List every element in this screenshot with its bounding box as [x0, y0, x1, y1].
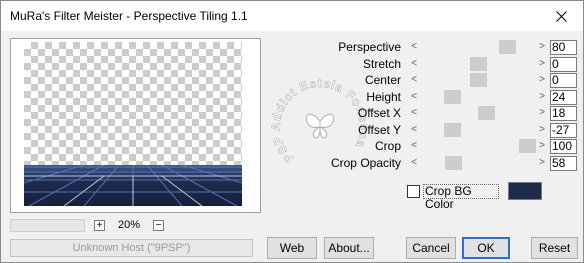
- reset-button[interactable]: Reset: [531, 237, 578, 259]
- reset-button-label: Reset: [538, 241, 571, 255]
- stretch-slider-thumb[interactable]: [470, 57, 487, 71]
- crop-opacity-value-field[interactable]: 58: [550, 156, 577, 171]
- slider-left-arrow-icon[interactable]: <: [408, 57, 420, 71]
- about-button-label: About...: [328, 241, 370, 255]
- crop-opacity-slider[interactable]: < >: [408, 156, 548, 170]
- center-slider[interactable]: < >: [408, 73, 548, 87]
- crop-bg-label[interactable]: Crop BG Color: [423, 184, 499, 211]
- cancel-button-label: Cancel: [412, 241, 450, 255]
- stretch-slider[interactable]: < >: [408, 57, 548, 71]
- height-slider[interactable]: < >: [408, 90, 548, 104]
- ok-button-label: OK: [477, 241, 495, 255]
- filter-window: MuRa's Filter Meister - Perspective Tili…: [0, 0, 584, 263]
- slider-right-arrow-icon[interactable]: >: [536, 73, 548, 87]
- perspective-grid: [24, 165, 242, 206]
- zoom-value: 20%: [117, 219, 141, 231]
- slider-left-arrow-icon[interactable]: <: [408, 106, 420, 120]
- center-label: Center: [364, 73, 401, 87]
- slider-left-arrow-icon[interactable]: <: [408, 40, 420, 54]
- crop-slider[interactable]: < >: [408, 139, 548, 153]
- offset-y-slider[interactable]: < >: [408, 123, 548, 137]
- web-button-label: Web: [279, 241, 305, 255]
- center-value-field[interactable]: 0: [550, 73, 577, 88]
- stretch-label: Stretch: [362, 57, 401, 71]
- crop-opacity-slider-thumb[interactable]: [445, 156, 462, 170]
- preview-tiled-floor: [24, 165, 242, 206]
- crop-bg-checkbox[interactable]: [407, 185, 420, 198]
- perspective-value-field[interactable]: 80: [550, 40, 577, 55]
- crop-slider-thumb[interactable]: [519, 139, 536, 153]
- height-value-field[interactable]: 24: [550, 90, 577, 105]
- ok-button[interactable]: OK: [462, 237, 510, 259]
- offset-y-slider-thumb[interactable]: [444, 123, 461, 137]
- slider-left-arrow-icon[interactable]: <: [408, 90, 420, 104]
- height-label: Height: [366, 90, 401, 104]
- zoom-in-button[interactable]: +: [94, 220, 105, 231]
- slider-left-arrow-icon[interactable]: <: [408, 139, 420, 153]
- offset-x-slider-thumb[interactable]: [478, 106, 495, 120]
- slider-left-arrow-icon[interactable]: <: [408, 123, 420, 137]
- slider-right-arrow-icon[interactable]: >: [536, 57, 548, 71]
- slider-left-arrow-icon[interactable]: <: [408, 73, 420, 87]
- slider-right-arrow-icon[interactable]: >: [536, 40, 548, 54]
- slider-right-arrow-icon[interactable]: >: [536, 106, 548, 120]
- preview-canvas[interactable]: [24, 42, 242, 206]
- slider-left-arrow-icon[interactable]: <: [408, 156, 420, 170]
- close-button[interactable]: [539, 1, 583, 31]
- slider-right-arrow-icon[interactable]: >: [536, 123, 548, 137]
- host-status: Unknown Host ("9PSP"): [10, 239, 253, 257]
- slider-right-arrow-icon[interactable]: >: [536, 156, 548, 170]
- slider-right-arrow-icon[interactable]: >: [536, 90, 548, 104]
- crop-bg-color-swatch[interactable]: [508, 182, 542, 200]
- stretch-value-field[interactable]: 0: [550, 57, 577, 72]
- about-button[interactable]: About...: [324, 237, 374, 259]
- window-title: MuRa's Filter Meister - Perspective Tili…: [10, 9, 248, 23]
- perspective-slider-thumb[interactable]: [499, 40, 516, 54]
- crop-label: Crop: [374, 139, 401, 153]
- slider-right-arrow-icon[interactable]: >: [536, 139, 548, 153]
- center-slider-thumb[interactable]: [470, 73, 487, 87]
- zoom-track[interactable]: [10, 219, 85, 232]
- offset-x-slider[interactable]: < >: [408, 106, 548, 120]
- crop-value-field[interactable]: 100: [550, 139, 577, 154]
- crop-opacity-label: Crop Opacity: [330, 156, 401, 170]
- perspective-label: Perspective: [338, 40, 401, 54]
- offset-x-value-field[interactable]: 18: [550, 106, 577, 121]
- offset-x-label: Offset X: [357, 106, 401, 120]
- cancel-button[interactable]: Cancel: [406, 237, 456, 259]
- perspective-slider[interactable]: < >: [408, 40, 548, 54]
- offset-y-value-field[interactable]: -27: [550, 123, 577, 138]
- web-button[interactable]: Web: [267, 237, 317, 259]
- close-icon: [555, 10, 567, 22]
- offset-y-label: Offset Y: [358, 123, 401, 137]
- height-slider-thumb[interactable]: [444, 90, 461, 104]
- zoom-out-button[interactable]: −: [153, 220, 164, 231]
- title-bar[interactable]: MuRa's Filter Meister - Perspective Tili…: [1, 1, 583, 31]
